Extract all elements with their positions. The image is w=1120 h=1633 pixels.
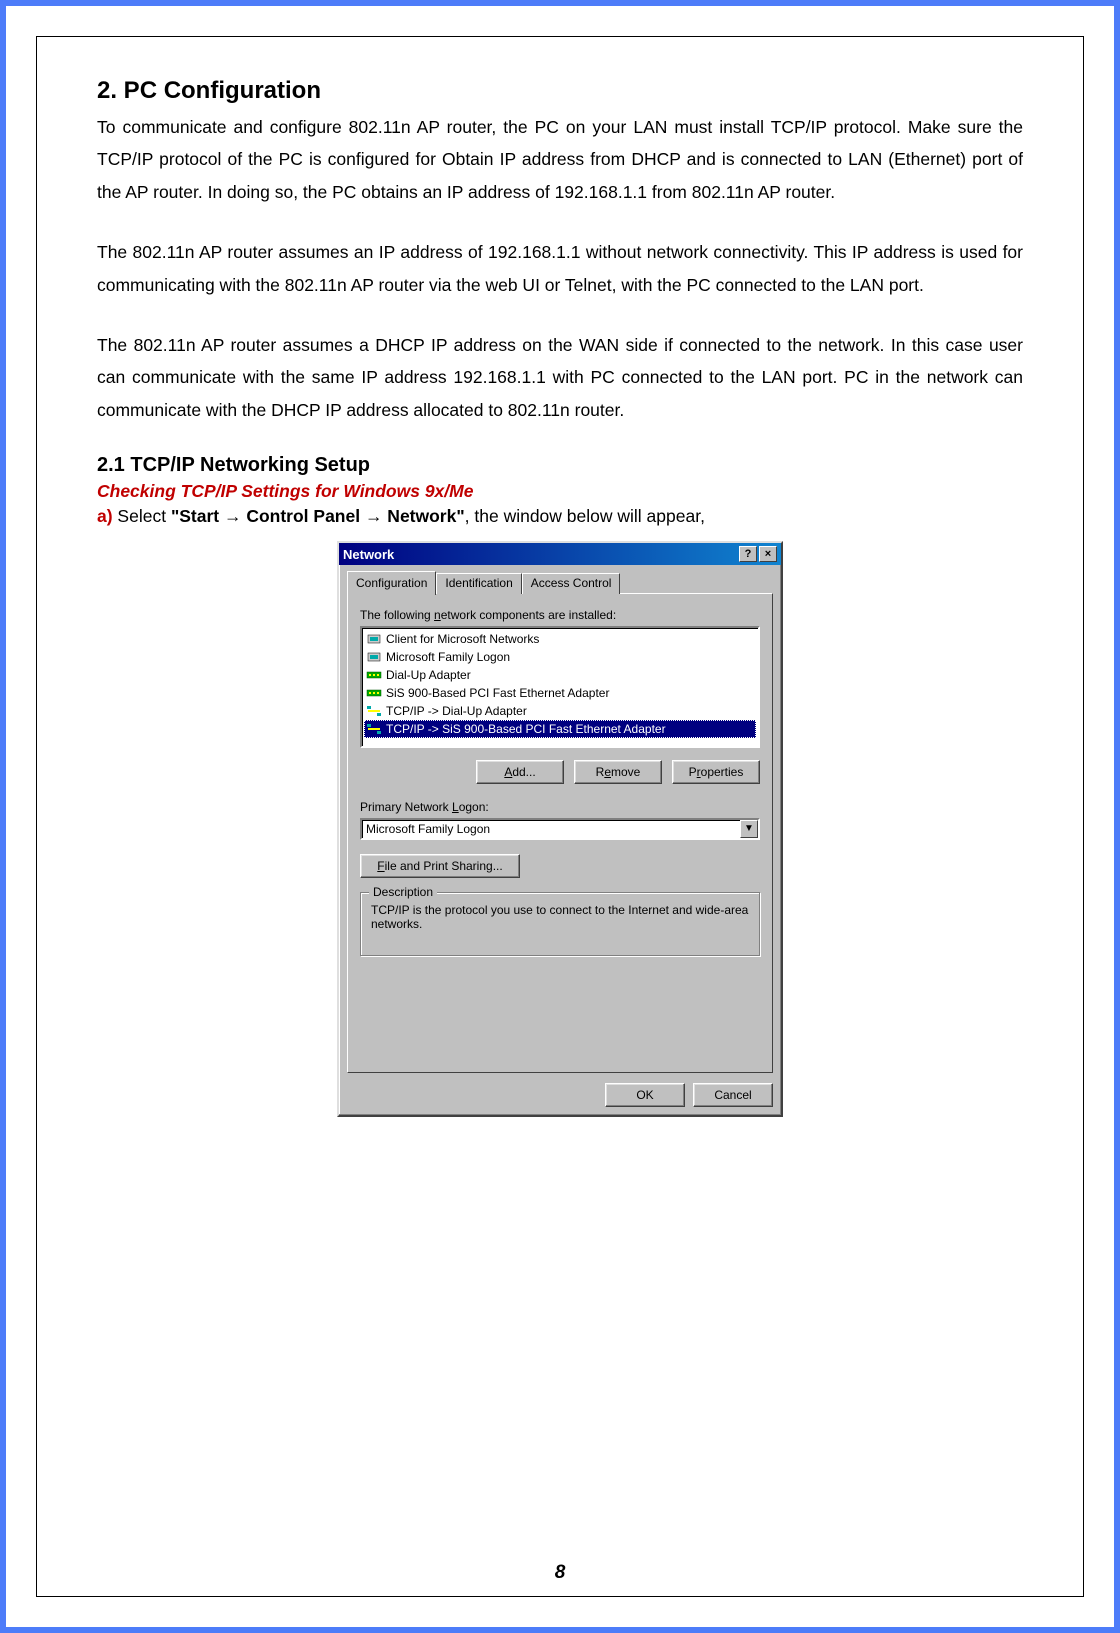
description-group: Description TCP/IP is the protocol you u… xyxy=(360,892,760,956)
tab-strip: Configuration Identification Access Cont… xyxy=(347,571,773,594)
dialog-titlebar: Network ? × xyxy=(339,543,781,565)
list-item-selected[interactable]: TCP/IP -> SiS 900-Based PCI Fast Etherne… xyxy=(364,720,756,738)
list-buttons: Add... Remove Properties xyxy=(388,760,760,784)
adapter-icon xyxy=(366,667,382,683)
section-heading: 2. PC Configuration xyxy=(97,77,1023,105)
logon-value: Microsoft Family Logon xyxy=(362,820,740,838)
network-dialog: Network ? × Configuration Identification… xyxy=(337,541,783,1117)
dialog-title: Network xyxy=(343,547,737,562)
configuration-panel: The following network components are ins… xyxy=(347,593,773,1073)
properties-button[interactable]: Properties xyxy=(672,760,760,784)
step-a-lead: a) xyxy=(97,506,113,526)
description-legend: Description xyxy=(369,885,437,899)
paragraph-2: The 802.11n AP router assumes an IP addr… xyxy=(97,236,1023,301)
client-icon xyxy=(366,631,382,647)
list-item-label: Microsoft Family Logon xyxy=(386,650,510,664)
chevron-down-icon[interactable]: ▼ xyxy=(740,820,758,838)
page-frame: 2. PC Configuration To communicate and c… xyxy=(0,0,1120,1633)
step-a-post: , the window below will appear, xyxy=(465,506,705,526)
list-item-label: SiS 900-Based PCI Fast Ethernet Adapter xyxy=(386,686,609,700)
list-item-label: TCP/IP -> Dial-Up Adapter xyxy=(386,704,527,718)
tab-configuration[interactable]: Configuration xyxy=(347,571,436,595)
list-item-label: Dial-Up Adapter xyxy=(386,668,471,682)
ok-button[interactable]: OK xyxy=(605,1083,685,1107)
components-listbox[interactable]: Client for Microsoft Networks Microsoft … xyxy=(360,626,760,748)
description-text: TCP/IP is the protocol you use to connec… xyxy=(371,903,749,931)
logon-label: Primary Network Logon: xyxy=(360,800,760,814)
logon-combo[interactable]: Microsoft Family Logon ▼ xyxy=(360,818,760,840)
list-item[interactable]: TCP/IP -> Dial-Up Adapter xyxy=(364,702,756,720)
paragraph-1: To communicate and configure 802.11n AP … xyxy=(97,111,1023,208)
inner-border: 2. PC Configuration To communicate and c… xyxy=(36,36,1084,1597)
list-item[interactable]: Dial-Up Adapter xyxy=(364,666,756,684)
list-item[interactable]: Microsoft Family Logon xyxy=(364,648,756,666)
step-a-pre: Select xyxy=(113,506,171,526)
protocol-icon xyxy=(366,703,382,719)
client-icon xyxy=(366,649,382,665)
add-button[interactable]: Add... xyxy=(476,760,564,784)
page-background: 2. PC Configuration To communicate and c… xyxy=(6,6,1114,1627)
file-print-sharing-button[interactable]: File and Print Sharing... xyxy=(360,854,520,878)
step-a-bold: "Start → Control Panel → Network" xyxy=(171,506,465,526)
close-button[interactable]: × xyxy=(759,546,777,562)
components-label: The following network components are ins… xyxy=(360,608,760,622)
page-number: 8 xyxy=(37,1562,1083,1584)
adapter-icon xyxy=(366,685,382,701)
list-item[interactable]: Client for Microsoft Networks xyxy=(364,630,756,648)
tab-access-control[interactable]: Access Control xyxy=(522,573,621,594)
dialog-footer: OK Cancel xyxy=(339,1083,781,1115)
step-a: a) Select "Start → Control Panel → Netwo… xyxy=(97,506,1023,527)
check-settings-heading: Checking TCP/IP Settings for Windows 9x/… xyxy=(97,481,1023,502)
subsection-heading: 2.1 TCP/IP Networking Setup xyxy=(97,454,1023,477)
list-item-label: TCP/IP -> SiS 900-Based PCI Fast Etherne… xyxy=(386,722,666,736)
dialog-body: Configuration Identification Access Cont… xyxy=(339,565,781,1083)
protocol-icon xyxy=(366,721,382,737)
list-item[interactable]: SiS 900-Based PCI Fast Ethernet Adapter xyxy=(364,684,756,702)
tab-identification[interactable]: Identification xyxy=(436,573,521,594)
help-button[interactable]: ? xyxy=(739,546,757,562)
paragraph-3: The 802.11n AP router assumes a DHCP IP … xyxy=(97,329,1023,426)
list-item-label: Client for Microsoft Networks xyxy=(386,632,539,646)
remove-button[interactable]: Remove xyxy=(574,760,662,784)
cancel-button[interactable]: Cancel xyxy=(693,1083,773,1107)
